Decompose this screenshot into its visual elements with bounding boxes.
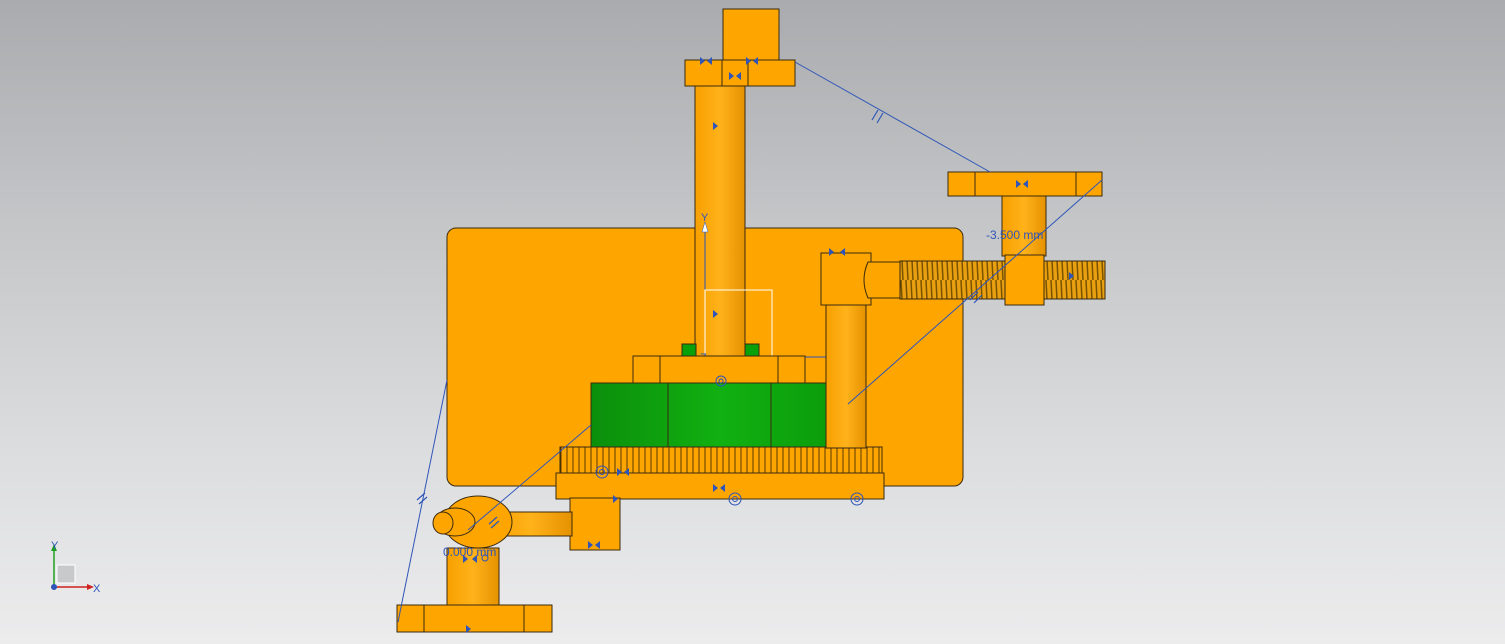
vertical-pillar[interactable]: [694, 85, 746, 387]
gear-ring[interactable]: [559, 446, 883, 475]
green-tab-left[interactable]: [681, 343, 697, 357]
sketch-y-label: Y: [701, 212, 709, 224]
dimension-top-offset[interactable]: -3.500 mm: [986, 228, 1043, 242]
lower-hub-cap[interactable]: [432, 511, 454, 535]
lower-foot[interactable]: [396, 604, 553, 633]
green-tab-right[interactable]: [744, 343, 760, 357]
threaded-rod[interactable]: [899, 260, 1106, 300]
dimension-left-offset[interactable]: 0.000 mm: [443, 545, 496, 559]
rod-elbow[interactable]: [863, 261, 901, 299]
green-base-block[interactable]: [590, 382, 850, 448]
top-block[interactable]: [722, 8, 780, 62]
side-pillar[interactable]: [825, 304, 867, 449]
triad-icon[interactable]: Y X: [51, 540, 101, 595]
lower-link-block[interactable]: [569, 497, 621, 551]
cad-viewport[interactable]: Y X Z: [0, 0, 1505, 644]
right-nut-shaft[interactable]: [1001, 195, 1047, 257]
triad-y-label: Y: [51, 540, 59, 552]
side-pillar-cap[interactable]: [820, 252, 872, 306]
triad-x-label: X: [93, 583, 101, 595]
right-nut-block[interactable]: [1004, 254, 1045, 306]
